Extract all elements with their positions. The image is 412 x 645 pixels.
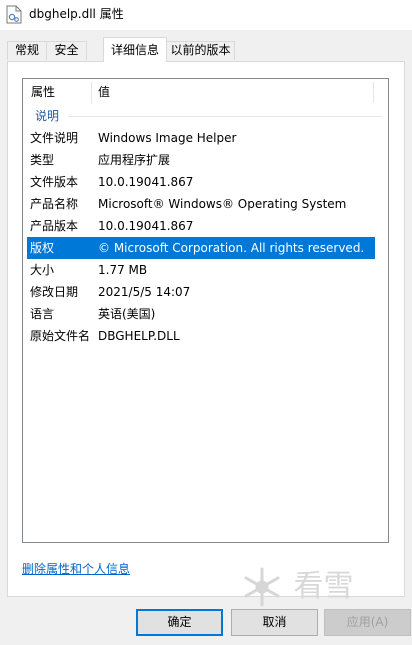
tab-previous-versions[interactable]: 以前的版本 <box>166 41 235 60</box>
property-value: 10.0.19041.867 <box>98 175 194 189</box>
tab-general[interactable]: 常规 <box>7 41 47 60</box>
details-list[interactable]: 属性 值 说明 文件说明 Windows Image Helper 类型 应用程… <box>22 78 389 543</box>
tab-details[interactable]: 详细信息 <box>103 37 167 62</box>
list-item[interactable]: 产品版本 10.0.19041.867 <box>27 215 375 237</box>
list-item[interactable]: 原始文件名 DBGHELP.DLL <box>27 325 375 347</box>
column-divider[interactable] <box>91 82 92 103</box>
list-item-selected[interactable]: 版权 © Microsoft Corporation. All rights r… <box>27 237 375 259</box>
list-header: 属性 值 <box>23 79 388 106</box>
group-description: 说明 <box>23 108 388 124</box>
tab-security[interactable]: 安全 <box>47 41 87 60</box>
column-header-value[interactable]: 值 <box>98 79 110 106</box>
property-name: 版权 <box>30 241 55 255</box>
dll-file-icon <box>6 5 22 24</box>
window-title: dbghelp.dll 属性 <box>29 7 124 21</box>
column-header-property[interactable]: 属性 <box>31 79 55 106</box>
group-label: 说明 <box>35 109 60 123</box>
cancel-button[interactable]: 取消 <box>231 609 318 636</box>
property-name: 类型 <box>30 153 55 167</box>
property-name: 产品版本 <box>30 219 79 233</box>
property-value: 10.0.19041.867 <box>98 219 194 233</box>
property-value: © Microsoft Corporation. All rights rese… <box>98 241 365 255</box>
list-item[interactable]: 类型 应用程序扩展 <box>27 149 375 171</box>
ok-button[interactable]: 确定 <box>136 609 223 636</box>
property-name: 产品名称 <box>30 197 79 211</box>
property-value: 应用程序扩展 <box>98 153 171 167</box>
property-value: Microsoft® Windows® Operating System <box>98 197 347 211</box>
property-name: 原始文件名 <box>30 329 91 343</box>
list-item[interactable]: 大小 1.77 MB <box>27 259 375 281</box>
property-name: 文件说明 <box>30 131 79 145</box>
list-item[interactable]: 文件说明 Windows Image Helper <box>27 127 375 149</box>
property-name: 文件版本 <box>30 175 79 189</box>
group-divider <box>68 116 382 117</box>
tab-strip: 常规 安全 详细信息 以前的版本 <box>0 37 412 62</box>
list-item[interactable]: 修改日期 2021/5/5 14:07 <box>27 281 375 303</box>
list-item[interactable]: 产品名称 Microsoft® Windows® Operating Syste… <box>27 193 375 215</box>
snowflake-icon <box>244 567 280 607</box>
property-name: 修改日期 <box>30 285 79 299</box>
watermark-text: 看雪 <box>293 569 354 604</box>
property-value: Windows Image Helper <box>98 131 237 145</box>
property-value: DBGHELP.DLL <box>98 329 180 343</box>
property-value: 英语(美国) <box>98 307 156 321</box>
watermark: 看雪 <box>240 565 354 609</box>
remove-properties-link[interactable]: 删除属性和个人信息 <box>22 561 130 577</box>
property-value: 1.77 MB <box>98 263 148 277</box>
list-item[interactable]: 文件版本 10.0.19041.867 <box>27 171 375 193</box>
column-divider[interactable] <box>373 82 374 103</box>
list-item[interactable]: 语言 英语(美国) <box>27 303 375 325</box>
property-value: 2021/5/5 14:07 <box>98 285 191 299</box>
property-name: 语言 <box>30 307 55 321</box>
property-name: 大小 <box>30 263 55 277</box>
title-bar: dbghelp.dll 属性 <box>0 0 412 30</box>
apply-button[interactable]: 应用(A) <box>324 609 411 636</box>
